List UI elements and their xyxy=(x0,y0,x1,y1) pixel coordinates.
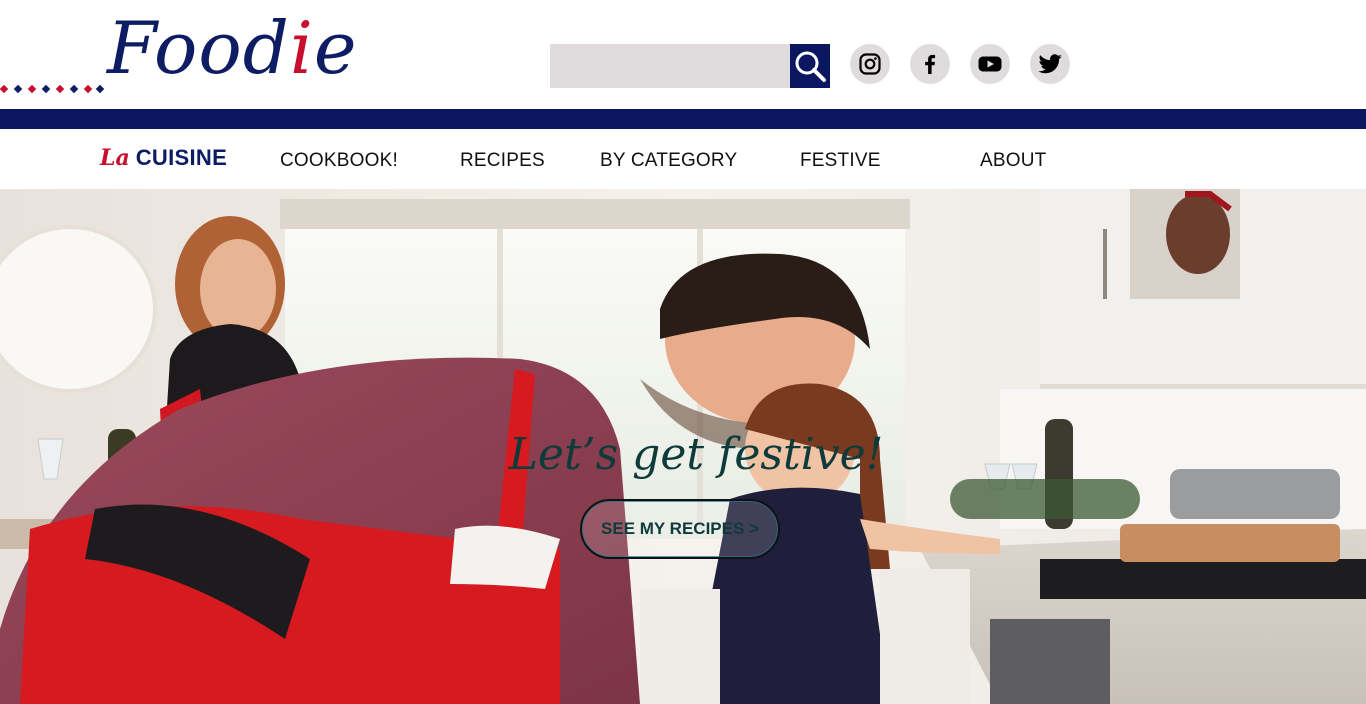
logo-wordmark: Foodie xyxy=(107,12,357,84)
hero-title-text: Let’s get festive! xyxy=(508,429,884,480)
nav-link-about[interactable]: ABOUT xyxy=(980,150,1046,172)
site-header: Foodie xyxy=(0,0,1366,109)
youtube-link[interactable] xyxy=(970,44,1010,84)
brand-la: La xyxy=(100,145,130,171)
nav-brand[interactable]: La CUISINE xyxy=(100,145,227,171)
instagram-icon xyxy=(859,53,881,75)
nav-link-by-category[interactable]: BY CATEGORY xyxy=(600,150,737,172)
search-button[interactable] xyxy=(790,44,830,88)
facebook-icon xyxy=(925,54,936,74)
hero-banner: Let’s get festive! SEE MY RECIPES > xyxy=(0,189,1366,704)
hero-title: Let’s get festive! xyxy=(0,429,1366,480)
logo-text-main: Food xyxy=(107,6,290,90)
search-input[interactable] xyxy=(550,44,790,88)
twitter-icon xyxy=(1038,54,1062,74)
youtube-icon xyxy=(978,56,1002,72)
header-divider-bar xyxy=(0,109,1366,129)
facebook-link[interactable] xyxy=(910,44,950,84)
search-bar xyxy=(550,44,830,88)
main-nav: La CUISINE COOKBOOK! RECIPES BY CATEGORY… xyxy=(0,129,1366,189)
nav-link-recipes[interactable]: RECIPES xyxy=(460,150,545,172)
logo-text-tail: e xyxy=(313,6,358,90)
twitter-link[interactable] xyxy=(1030,44,1070,84)
nav-link-festive[interactable]: FESTIVE xyxy=(800,150,881,172)
brand-cuisine: CUISINE xyxy=(135,145,228,170)
see-my-recipes-button[interactable]: SEE MY RECIPES > xyxy=(580,499,780,559)
logo-text-accent: i xyxy=(289,6,314,90)
instagram-link[interactable] xyxy=(850,44,890,84)
logo-dots-decoration xyxy=(0,84,104,94)
nav-link-cookbook[interactable]: COOKBOOK! xyxy=(280,150,398,172)
search-icon xyxy=(795,51,826,82)
